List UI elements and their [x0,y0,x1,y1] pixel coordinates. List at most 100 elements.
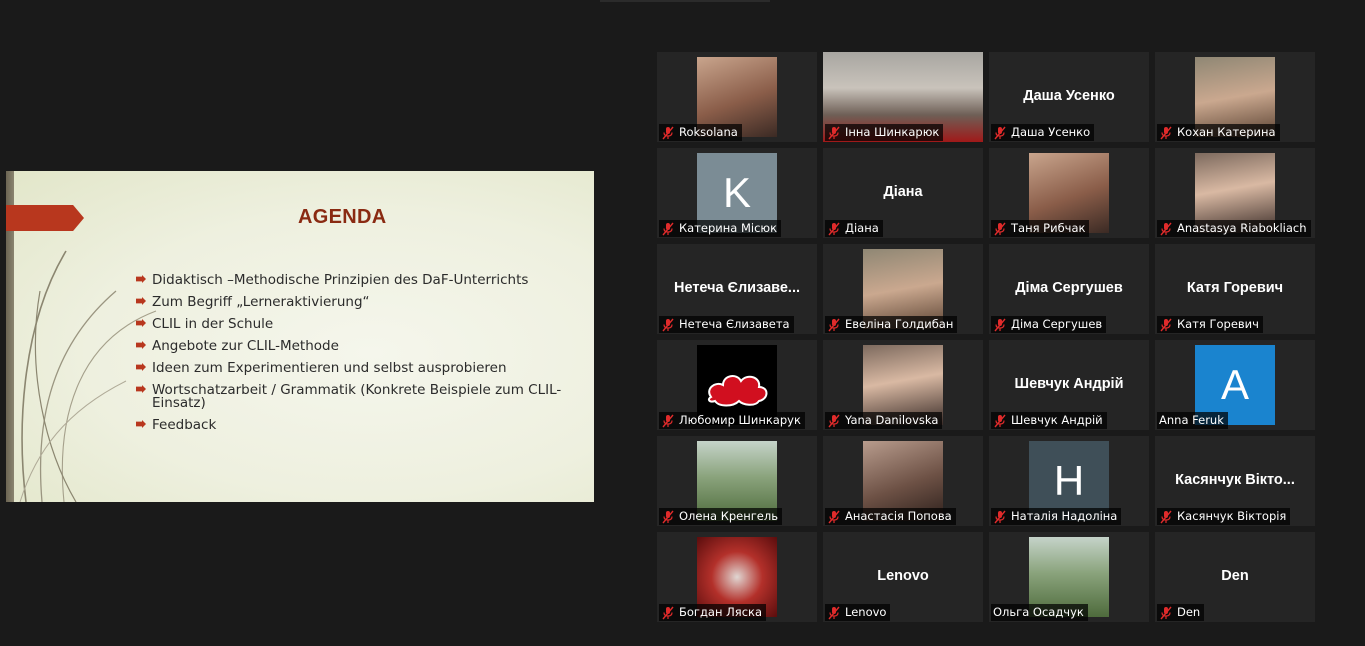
participant-display-name: Касянчук Вікто... [1175,472,1295,488]
participant-name-label: Roksolana [659,124,742,141]
participant-tile[interactable]: Катя Горевич Катя Горевич [1155,244,1315,334]
participant-name-label: Кохан Катерина [1157,124,1280,141]
participant-name-label: Діана [825,220,883,237]
participant-name-label: Lenovo [825,604,891,621]
participant-name-label: Касянчук Вікторія [1157,508,1291,525]
participant-tile[interactable]: Кохан Катерина [1155,52,1315,142]
agenda-item-text: Wortschatzarbeit / Grammatik (Konkrete B… [152,382,562,411]
participant-name: Діана [845,221,879,235]
participant-name-label: Таня Рибчак [991,220,1090,237]
arrow-bullet-icon [136,275,146,283]
slide-title: AGENDA [298,206,387,228]
muted-mic-icon [1159,318,1173,332]
top-toolbar-strip [600,0,770,2]
participant-name-label: Евеліна Голдибан [825,316,958,333]
participant-tile[interactable]: Анастасія Попова [823,436,983,526]
muted-mic-icon [993,318,1007,332]
arrow-bullet-icon [136,363,146,371]
muted-mic-icon [1159,126,1173,140]
participant-tile[interactable]: Любомир Шинкарук [657,340,817,430]
participant-name-label: Олена Кренгель [659,508,783,525]
agenda-item: Feedback [136,418,566,432]
muted-mic-icon [661,318,675,332]
shared-slide: AGENDA Didaktisch –Methodische Prinzipie… [6,171,594,502]
participant-name-label: Yana Danilovska [825,412,943,429]
muted-mic-icon [661,222,675,236]
agenda-item-text: CLIL in der Schule [152,316,274,332]
muted-mic-icon [1159,222,1173,236]
participant-name-label: Anna Feruk [1157,412,1228,429]
participant-tile[interactable]: H Наталія Надоліна [989,436,1149,526]
muted-mic-icon [661,510,675,524]
participant-name: Олена Кренгель [679,509,779,523]
participant-name: Діма Сергушев [1011,317,1103,331]
participant-display-name: Шевчук Андрій [1014,376,1124,392]
participant-name: Любомир Шинкарук [679,413,801,427]
agenda-item: Ideen zum Experimentieren und selbst aus… [136,361,566,375]
participant-name-label: Богдан Ляска [659,604,767,621]
arrow-bullet-icon [136,385,146,393]
participant-name-label: Катерина Місюк [659,220,782,237]
participant-tile[interactable]: Богдан Ляска [657,532,817,622]
participant-name-label: Даша Усенко [991,124,1095,141]
participant-display-name: Lenovo [877,568,929,584]
muted-mic-icon [1159,606,1173,620]
participant-name-label: Катя Горевич [1157,316,1263,333]
participant-display-name: Катя Горевич [1186,280,1284,296]
participant-name: Кохан Катерина [1177,125,1276,139]
participant-tile[interactable]: Діана Діана [823,148,983,238]
participant-tile[interactable]: K Катерина Місюк [657,148,817,238]
participant-tile[interactable]: Roksolana [657,52,817,142]
participant-tile[interactable]: Таня Рибчак [989,148,1149,238]
participant-tile[interactable]: Шевчук Андрій Шевчук Андрій [989,340,1149,430]
participant-name-label: Нетеча Єлизавета [659,316,794,333]
participant-tile[interactable]: Діма Сергушев Діма Сергушев [989,244,1149,334]
muted-mic-icon [993,222,1007,236]
arrow-bullet-icon [136,319,146,327]
agenda-item: CLIL in der Schule [136,316,566,332]
participant-display-name: Діана [883,184,923,200]
participant-name: Нетеча Єлизавета [679,317,790,331]
participant-tile[interactable]: Lenovo Lenovo [823,532,983,622]
participant-name-label: Інна Шинкарюк [825,124,944,141]
participant-name: Шевчук Андрій [1011,413,1103,427]
participant-name: Богдан Ляска [679,605,763,619]
participant-name: Lenovo [845,605,887,619]
participant-tile[interactable]: Даша Усенко Даша Усенко [989,52,1149,142]
participant-tile[interactable]: Anastasya Riabokliach [1155,148,1315,238]
participant-name-label: Любомир Шинкарук [659,412,805,429]
participant-tile[interactable]: Yana Danilovska [823,340,983,430]
participant-tile[interactable]: Касянчук Вікто... Касянчук Вікторія [1155,436,1315,526]
muted-mic-icon [827,606,841,620]
participant-tile[interactable]: Олена Кренгель [657,436,817,526]
muted-mic-icon [993,126,1007,140]
participant-display-name: Даша Усенко [1023,88,1115,104]
participant-name: Евеліна Голдибан [845,317,954,331]
participant-name: Інна Шинкарюк [845,125,940,139]
participant-tile[interactable]: Інна Шинкарюк [823,52,983,142]
participant-display-name: Діма Сергушев [1015,280,1123,296]
arrow-bullet-icon [136,297,146,305]
participant-name: Даша Усенко [1011,125,1091,139]
participant-name: Наталія Надоліна [1011,509,1118,523]
participant-display-name: Нетеча Єлизаве... [673,280,801,296]
agenda-item: Zum Begriff „Lerneraktivierung“ [136,295,566,309]
participant-tile[interactable]: Нетеча Єлизаве... Нетеча Єлизавета [657,244,817,334]
participant-tile[interactable]: Den Den [1155,532,1315,622]
agenda-item-text: Didaktisch –Methodische Prinzipien des D… [152,272,529,288]
participant-name-label: Шевчук Андрій [991,412,1107,429]
participant-tile[interactable]: Ольга Осадчук [989,532,1149,622]
participant-name: Ольга Осадчук [993,605,1084,619]
participant-name-label: Ольга Осадчук [991,604,1088,621]
agenda-item: Wortschatzarbeit / Grammatik (Konkrete B… [136,382,566,411]
participant-tile[interactable]: Евеліна Голдибан [823,244,983,334]
agenda-item: Didaktisch –Methodische Prinzipien des D… [136,272,566,288]
participant-name: Катя Горевич [1177,317,1259,331]
participant-name: Roksolana [679,125,738,139]
muted-mic-icon [661,606,675,620]
participant-tile[interactable]: A Anna Feruk [1155,340,1315,430]
participant-name-label: Анастасія Попова [825,508,956,525]
muted-mic-icon [827,318,841,332]
participant-name: Анастасія Попова [845,509,952,523]
participant-name: Касянчук Вікторія [1177,509,1287,523]
